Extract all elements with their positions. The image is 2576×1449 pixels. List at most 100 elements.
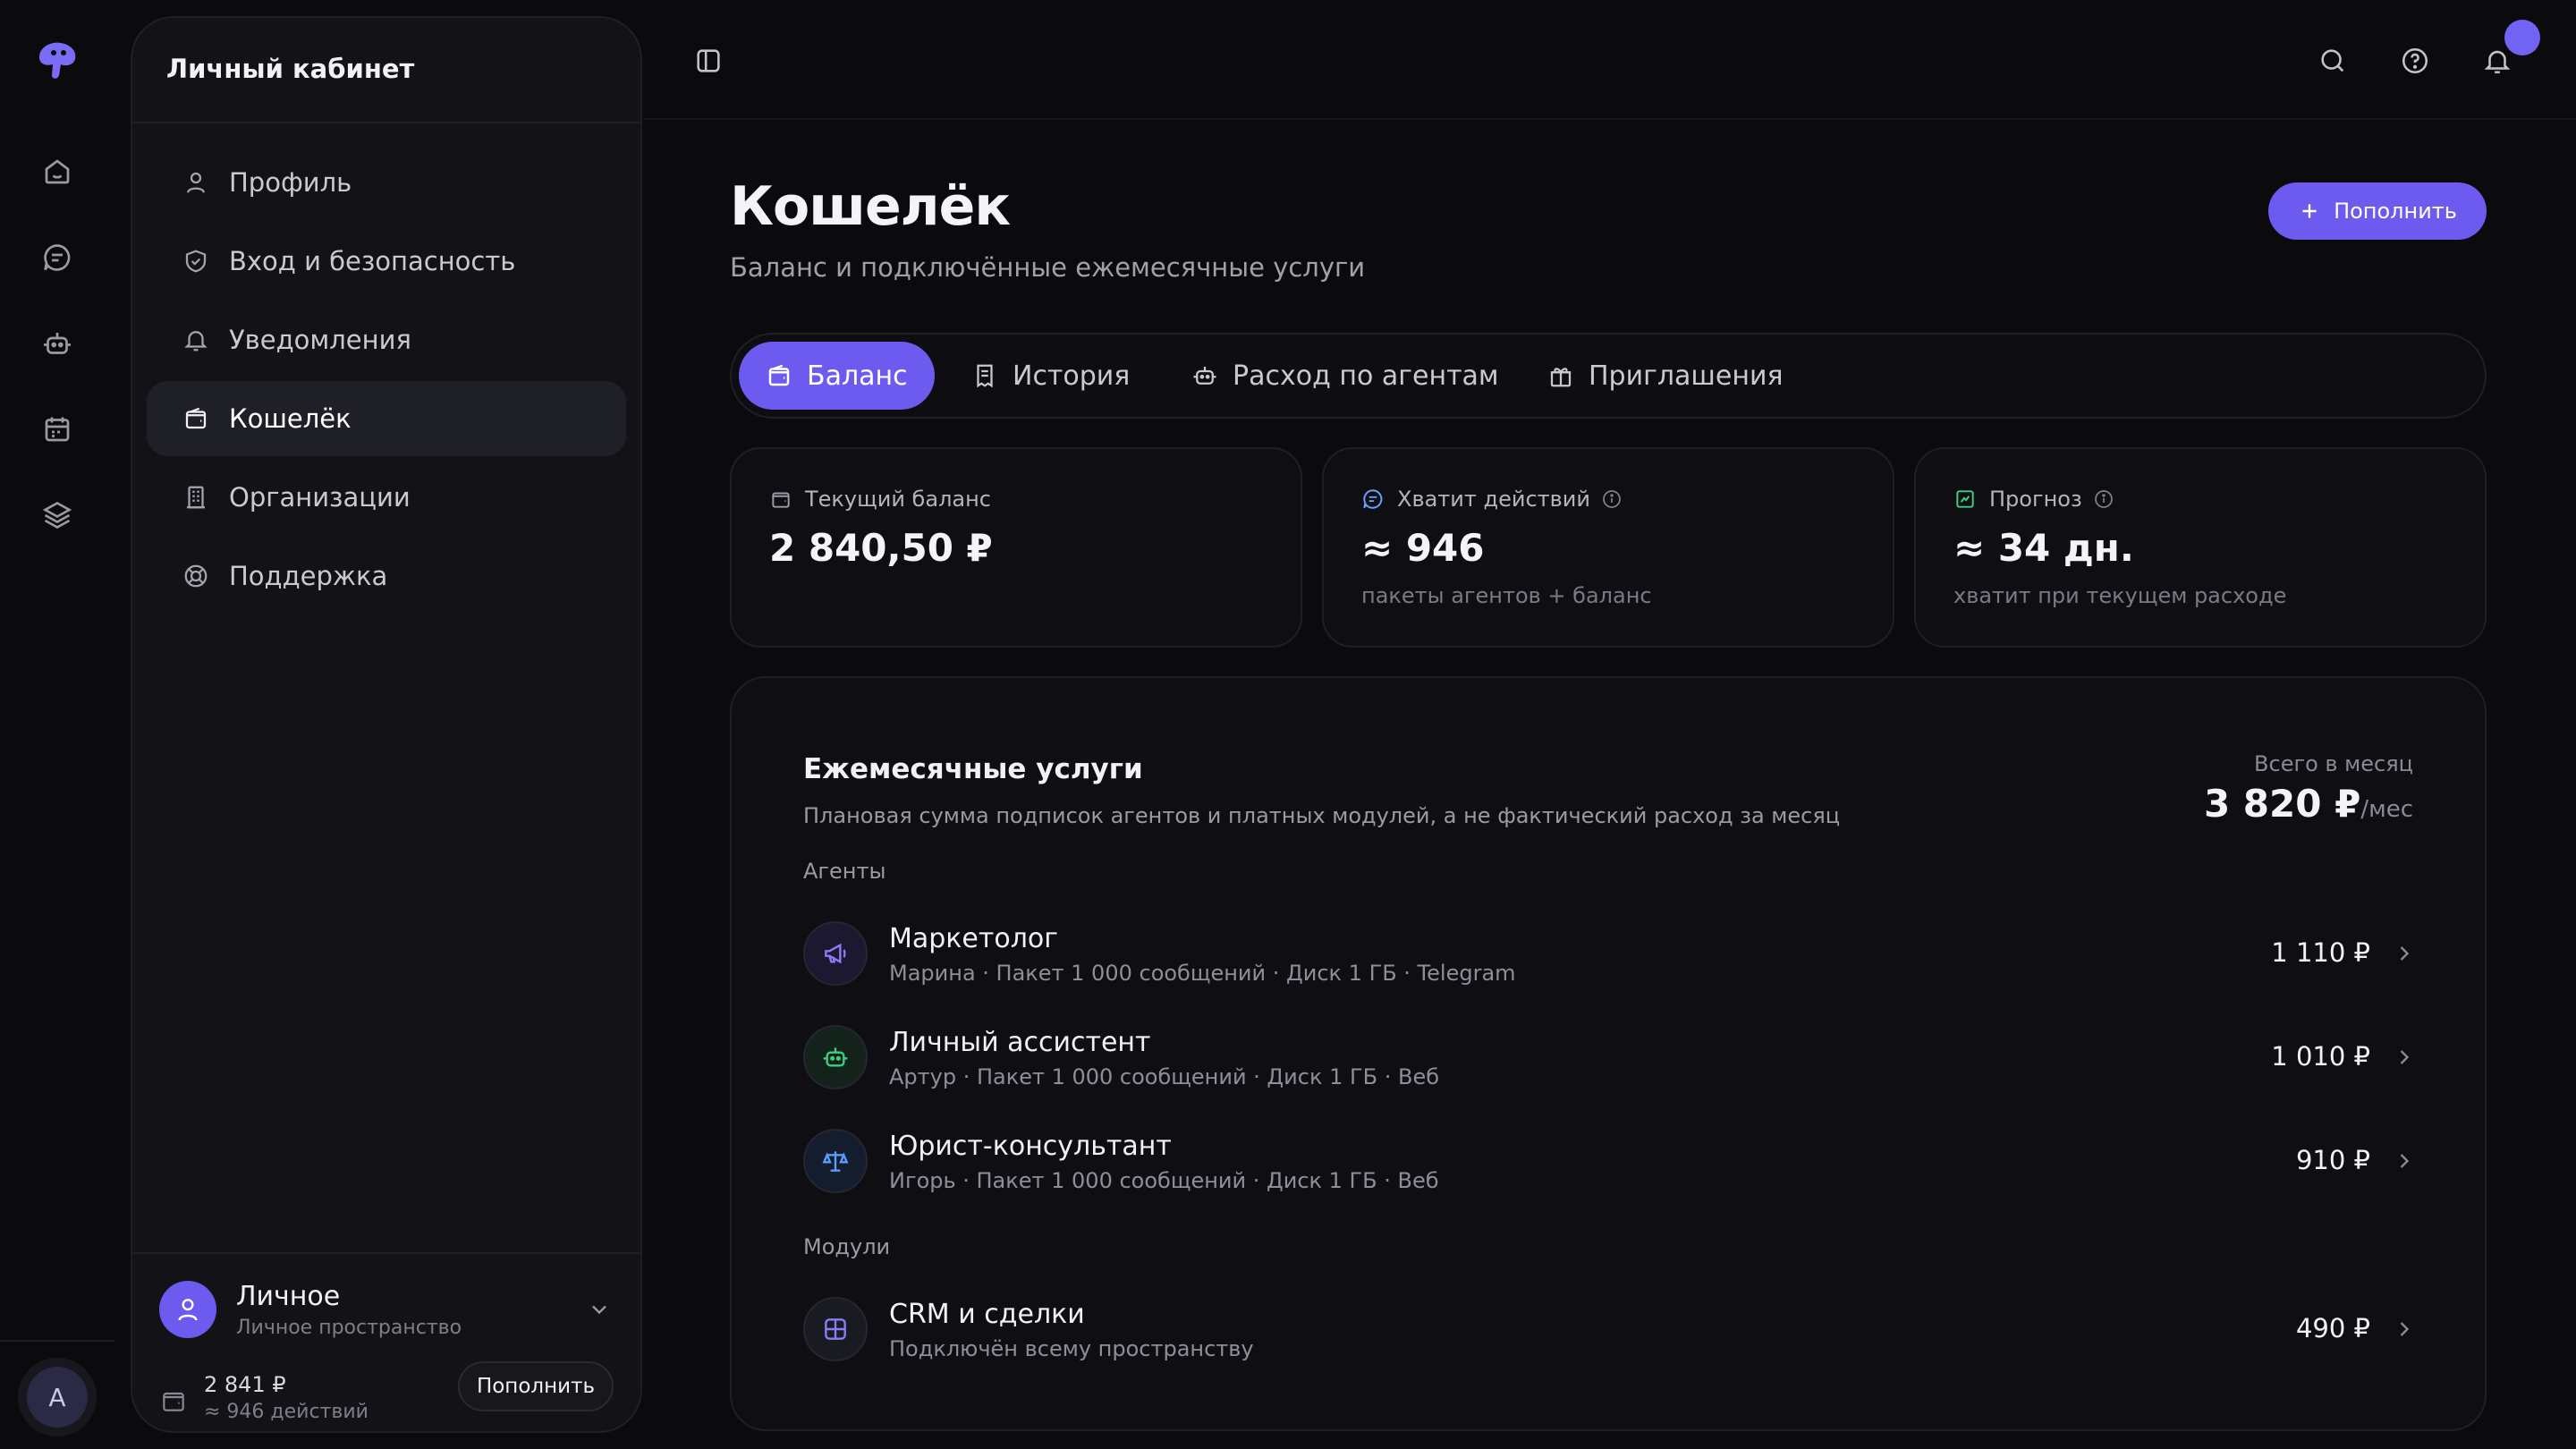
gift-icon bbox=[1547, 362, 1574, 389]
search-icon[interactable] bbox=[2313, 41, 2352, 80]
calendar-icon[interactable] bbox=[38, 410, 77, 449]
service-icon bbox=[803, 1025, 868, 1089]
service-row-crm[interactable]: CRM и сделки Подключён всему пространств… bbox=[803, 1293, 2417, 1365]
chat-icon[interactable] bbox=[38, 238, 77, 277]
tab-label: Расход по агентам bbox=[1233, 360, 1499, 392]
service-icon bbox=[803, 1129, 868, 1193]
tab-balance[interactable]: Баланс bbox=[739, 342, 935, 410]
service-meta: Игорь · Пакет 1 000 сообщений · Диск 1 Г… bbox=[889, 1168, 1439, 1193]
chat-icon bbox=[1361, 487, 1385, 511]
shield-check-icon bbox=[182, 248, 209, 275]
workspace-switcher[interactable]: Личное Личное пространство bbox=[159, 1279, 615, 1342]
service-meta: Подключён всему пространству bbox=[889, 1336, 1254, 1361]
topbar bbox=[644, 0, 2576, 120]
sidebar-item-security[interactable]: Вход и безопасность bbox=[147, 224, 626, 299]
services-total-label: Всего в месяц bbox=[2254, 751, 2413, 776]
workspace-name: Личное bbox=[236, 1281, 341, 1312]
scales-icon bbox=[821, 1147, 850, 1175]
info-icon[interactable] bbox=[2093, 488, 2114, 510]
sidebar-topup-button[interactable]: Пополнить bbox=[458, 1361, 614, 1411]
tab-invitations[interactable]: Приглашения bbox=[1521, 342, 1810, 410]
user-avatar[interactable]: A bbox=[18, 1358, 97, 1436]
service-row-marketer[interactable]: Маркетолог Марина · Пакет 1 000 сообщени… bbox=[803, 918, 2417, 989]
tab-label: Баланс bbox=[807, 360, 908, 392]
wallet-icon bbox=[769, 487, 792, 511]
service-name: Маркетолог bbox=[889, 923, 1059, 954]
topup-button[interactable]: Пополнить bbox=[2268, 182, 2487, 240]
tab-agent-spending[interactable]: Расход по агентам bbox=[1165, 342, 1526, 410]
stat-note: хватит при текущем расходе bbox=[1953, 583, 2287, 608]
service-price: 1 010 ₽ bbox=[2271, 1041, 2370, 1072]
workspace-actions: ≈ 946 действий bbox=[204, 1401, 369, 1423]
building-icon bbox=[182, 484, 209, 511]
workspace-avatar bbox=[159, 1281, 216, 1338]
stat-label-row: Хватит действий bbox=[1361, 487, 1623, 512]
stat-card-forecast: Прогноз ≈ 34 дн. хватит при текущем расх… bbox=[1914, 447, 2487, 648]
robot-icon[interactable] bbox=[38, 324, 77, 363]
lifebuoy-icon bbox=[182, 563, 209, 589]
sidebar-item-organizations[interactable]: Организации bbox=[147, 460, 626, 535]
service-row-assistant[interactable]: Личный ассистент Артур · Пакет 1 000 соо… bbox=[803, 1021, 2417, 1093]
services-total-unit: /мес bbox=[2360, 796, 2413, 823]
wallet-icon bbox=[159, 1386, 188, 1415]
modules-group-label: Модули bbox=[803, 1234, 891, 1259]
layers-icon[interactable] bbox=[38, 496, 77, 535]
chevron-down-icon[interactable] bbox=[587, 1297, 612, 1322]
stat-value: ≈ 34 дн. bbox=[1953, 526, 2134, 570]
tab-label: Приглашения bbox=[1589, 360, 1784, 392]
sidebar-item-label: Поддержка bbox=[229, 561, 388, 591]
help-icon[interactable] bbox=[2395, 41, 2435, 80]
bell-icon bbox=[182, 326, 209, 353]
sidebar-item-profile[interactable]: Профиль bbox=[147, 145, 626, 220]
service-price: 490 ₽ bbox=[2295, 1313, 2370, 1343]
megaphone-icon bbox=[821, 939, 850, 968]
wallet-icon bbox=[766, 362, 792, 389]
monthly-services-card: Ежемесячные услуги Плановая сумма подпис… bbox=[730, 676, 2487, 1431]
grid-icon bbox=[821, 1315, 850, 1343]
brand-logo-icon[interactable] bbox=[34, 39, 80, 82]
services-subtitle: Плановая сумма подписок агентов и платны… bbox=[803, 803, 1841, 828]
page-title: Кошелёк bbox=[730, 175, 1011, 238]
receipt-icon bbox=[971, 362, 998, 389]
sidebar-toggle-icon[interactable] bbox=[689, 41, 728, 80]
sidebar-item-wallet[interactable]: Кошелёк bbox=[147, 381, 626, 456]
workspace-subtitle: Личное пространство bbox=[236, 1317, 462, 1339]
chevron-right-icon bbox=[2392, 1045, 2417, 1070]
tab-label: История bbox=[1013, 360, 1131, 392]
chevron-right-icon bbox=[2392, 941, 2417, 966]
workspace-balance: 2 841 ₽ bbox=[204, 1372, 286, 1397]
tab-history[interactable]: История bbox=[945, 342, 1157, 410]
stat-label: Хватит действий bbox=[1397, 487, 1590, 512]
avatar-letter: A bbox=[27, 1367, 88, 1428]
sidebar-item-support[interactable]: Поддержка bbox=[147, 538, 626, 614]
notification-badge bbox=[2504, 20, 2540, 55]
info-icon[interactable] bbox=[1601, 488, 1623, 510]
sidebar-header-divider bbox=[132, 122, 640, 123]
wallet-tabs: Баланс История Расход по агентам Приглаш… bbox=[730, 333, 2487, 419]
home-icon[interactable] bbox=[38, 152, 77, 191]
sidebar-item-label: Уведомления bbox=[229, 325, 411, 355]
icon-rail: A bbox=[0, 0, 114, 1449]
robot-icon bbox=[821, 1043, 850, 1072]
sidebar-title: Личный кабинет bbox=[166, 54, 415, 84]
user-icon bbox=[182, 169, 209, 196]
topup-label: Пополнить bbox=[2334, 199, 2457, 224]
service-name: Юрист-консультант bbox=[889, 1131, 1172, 1162]
chart-icon bbox=[1953, 487, 1977, 511]
wallet-icon bbox=[182, 405, 209, 432]
settings-sidebar: Личный кабинет Профиль Вход и безопаснос… bbox=[131, 16, 642, 1433]
services-total-value: 3 820 ₽ bbox=[2203, 782, 2361, 826]
service-price: 910 ₽ bbox=[2295, 1145, 2370, 1175]
service-icon bbox=[803, 921, 868, 986]
stat-card-balance: Текущий баланс 2 840,50 ₽ bbox=[730, 447, 1302, 648]
service-row-lawyer[interactable]: Юрист-консультант Игорь · Пакет 1 000 со… bbox=[803, 1125, 2417, 1197]
sidebar-footer-divider bbox=[132, 1252, 640, 1254]
stat-label-row: Прогноз bbox=[1953, 487, 2114, 512]
plus-icon bbox=[2298, 199, 2321, 223]
page-subtitle: Баланс и подключённые ежемесячные услуги bbox=[730, 252, 1366, 283]
stat-value: 2 840,50 ₽ bbox=[769, 526, 993, 570]
stat-label-row: Текущий баланс bbox=[769, 487, 991, 512]
sidebar-item-notifications[interactable]: Уведомления bbox=[147, 302, 626, 377]
stat-value: ≈ 946 bbox=[1361, 526, 1485, 570]
sidebar-item-label: Вход и безопасность bbox=[229, 246, 516, 276]
